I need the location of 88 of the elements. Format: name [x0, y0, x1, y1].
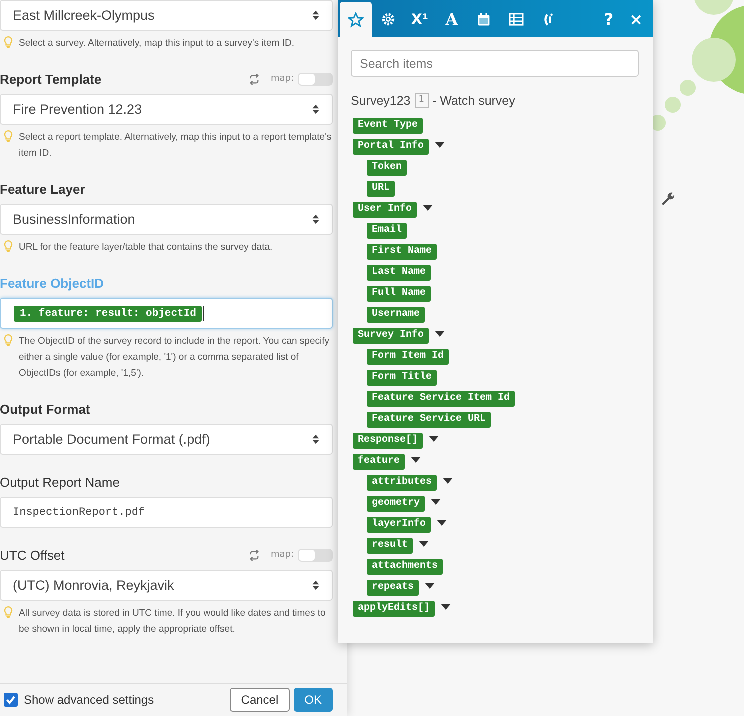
help-button[interactable]: ? — [596, 2, 622, 37]
sort-arrows-icon — [312, 104, 320, 115]
data-item-tag[interactable]: Event Type — [353, 118, 424, 134]
checkbox-label: Show advanced settings — [24, 693, 154, 707]
data-item-tag[interactable]: feature — [353, 454, 406, 470]
data-item-tag[interactable]: applyEdits[] — [353, 601, 436, 617]
repeat-icon — [248, 74, 261, 84]
caret-icon[interactable] — [425, 582, 436, 588]
caret-icon[interactable] — [431, 498, 442, 504]
caret-icon[interactable] — [411, 456, 422, 462]
data-item-tag[interactable]: geometry — [367, 496, 426, 512]
field-label: UTC Offset — [0, 548, 65, 562]
text-tab[interactable]: A — [436, 2, 468, 37]
map-label: map: — [270, 74, 294, 84]
map-label: map: — [270, 550, 294, 560]
field-label: Output Report Name — [0, 474, 120, 490]
select-field[interactable]: East Millcreek-Olympus — [0, 0, 333, 31]
close-button[interactable]: × — [622, 2, 653, 37]
math-tab[interactable]: X¹ — [404, 2, 436, 37]
hint-text: URL for the feature layer/table that contains the survey data. — [19, 241, 273, 255]
select-field[interactable]: Portable Document Format (.pdf) — [0, 424, 333, 455]
map-toggle[interactable] — [298, 548, 333, 562]
hint-text: Select a report template. Alternatively, map this input to a report template's item ID. — [19, 131, 333, 161]
sort-arrows-icon — [312, 10, 320, 21]
star-tab[interactable] — [340, 2, 372, 37]
search-field[interactable]: Search items — [351, 50, 639, 77]
data-item-tag[interactable]: Feature Service Item Id — [367, 391, 516, 407]
text-field[interactable]: InspectionReport.pdf — [0, 497, 333, 528]
cancel-button[interactable]: Cancel — [230, 688, 290, 712]
data-item-tag[interactable]: attributes — [367, 475, 438, 491]
map-toggle[interactable] — [298, 72, 333, 86]
data-item-tag[interactable]: Email — [367, 223, 408, 239]
checkbox[interactable] — [4, 693, 18, 707]
data-item-tag[interactable]: URL — [367, 181, 396, 197]
caret-icon[interactable] — [429, 436, 440, 442]
data-item-tag[interactable]: First Name — [367, 244, 438, 260]
caret-icon[interactable] — [441, 604, 452, 610]
module-number: 1 — [414, 93, 428, 108]
hint-text: The ObjectID of the survey record to include in the report. You can specify either a single value (for example, '1') or a comma separated list of ObjectIDs (for example, '1,5'). — [19, 335, 331, 381]
field-label: Feature ObjectID — [0, 276, 104, 290]
mapping-field[interactable]: 1. feature: result: objectId — [0, 298, 333, 329]
field-label: Feature Layer — [0, 182, 86, 196]
data-item-tag[interactable]: attachments — [367, 559, 444, 575]
sort-arrows-icon — [312, 434, 320, 445]
module-action: - Watch survey — [432, 94, 516, 108]
caret-icon[interactable] — [437, 520, 448, 526]
data-item-tag[interactable]: Portal Info — [353, 139, 430, 155]
select-field[interactable]: BusinessInformation — [0, 204, 333, 235]
caret-icon[interactable] — [435, 330, 446, 336]
data-item-tag[interactable]: Last Name — [367, 265, 432, 281]
caret-icon[interactable] — [423, 204, 434, 210]
lightbulb-icon — [4, 130, 13, 143]
data-item-tag[interactable]: Feature Service URL — [367, 412, 492, 428]
data-item-tag[interactable]: result — [367, 538, 414, 554]
caret-icon[interactable] — [419, 540, 430, 546]
module-name: Survey123 — [351, 94, 411, 108]
data-item-tag[interactable]: repeats — [367, 580, 420, 596]
data-item-tag[interactable]: Form Title — [367, 370, 438, 386]
gear-icon — [380, 12, 396, 27]
lightbulb-icon — [4, 334, 13, 347]
select-field[interactable]: Fire Prevention 12.23 — [0, 94, 333, 125]
sort-arrows-icon — [312, 214, 320, 225]
hint-text: Select a survey. Alternatively, map this input to a survey's item ID. — [19, 37, 294, 51]
hint-text: All survey data is stored in UTC time. If you would like dates and times to be shown in local time, apply the appropriate offset. — [19, 607, 327, 637]
data-item-tag[interactable]: Token — [367, 160, 408, 176]
star-icon — [348, 12, 364, 28]
data-item-tag[interactable]: Full Name — [367, 286, 432, 302]
data-item-tag[interactable]: Form Item Id — [367, 349, 450, 365]
ok-button[interactable]: OK — [294, 688, 333, 712]
caret-icon[interactable] — [443, 478, 454, 484]
field-label: Report Template — [0, 72, 102, 86]
lightbulb-icon — [4, 36, 13, 49]
data-item-tag[interactable]: Response[] — [353, 433, 424, 449]
lightbulb-icon — [4, 240, 13, 253]
calendar-icon — [477, 12, 491, 26]
sort-arrows-icon — [312, 580, 320, 591]
caret-icon[interactable] — [435, 142, 446, 148]
lightbulb-icon — [4, 606, 13, 619]
table-icon — [508, 13, 524, 26]
select-field[interactable]: (UTC) Monrovia, Reykjavik — [0, 570, 333, 601]
field-label: Output Format — [0, 402, 90, 416]
data-item-tag[interactable]: Survey Info — [353, 328, 430, 344]
wrench-icon[interactable] — [660, 190, 676, 206]
repeat-icon — [248, 550, 261, 560]
data-item-tag[interactable]: User Info — [353, 202, 418, 218]
data-item-tag[interactable]: layerInfo — [367, 517, 432, 533]
data-item-tag[interactable]: Username — [367, 307, 426, 323]
mapped-value-tag[interactable]: 1. feature: result: objectId — [14, 306, 202, 322]
